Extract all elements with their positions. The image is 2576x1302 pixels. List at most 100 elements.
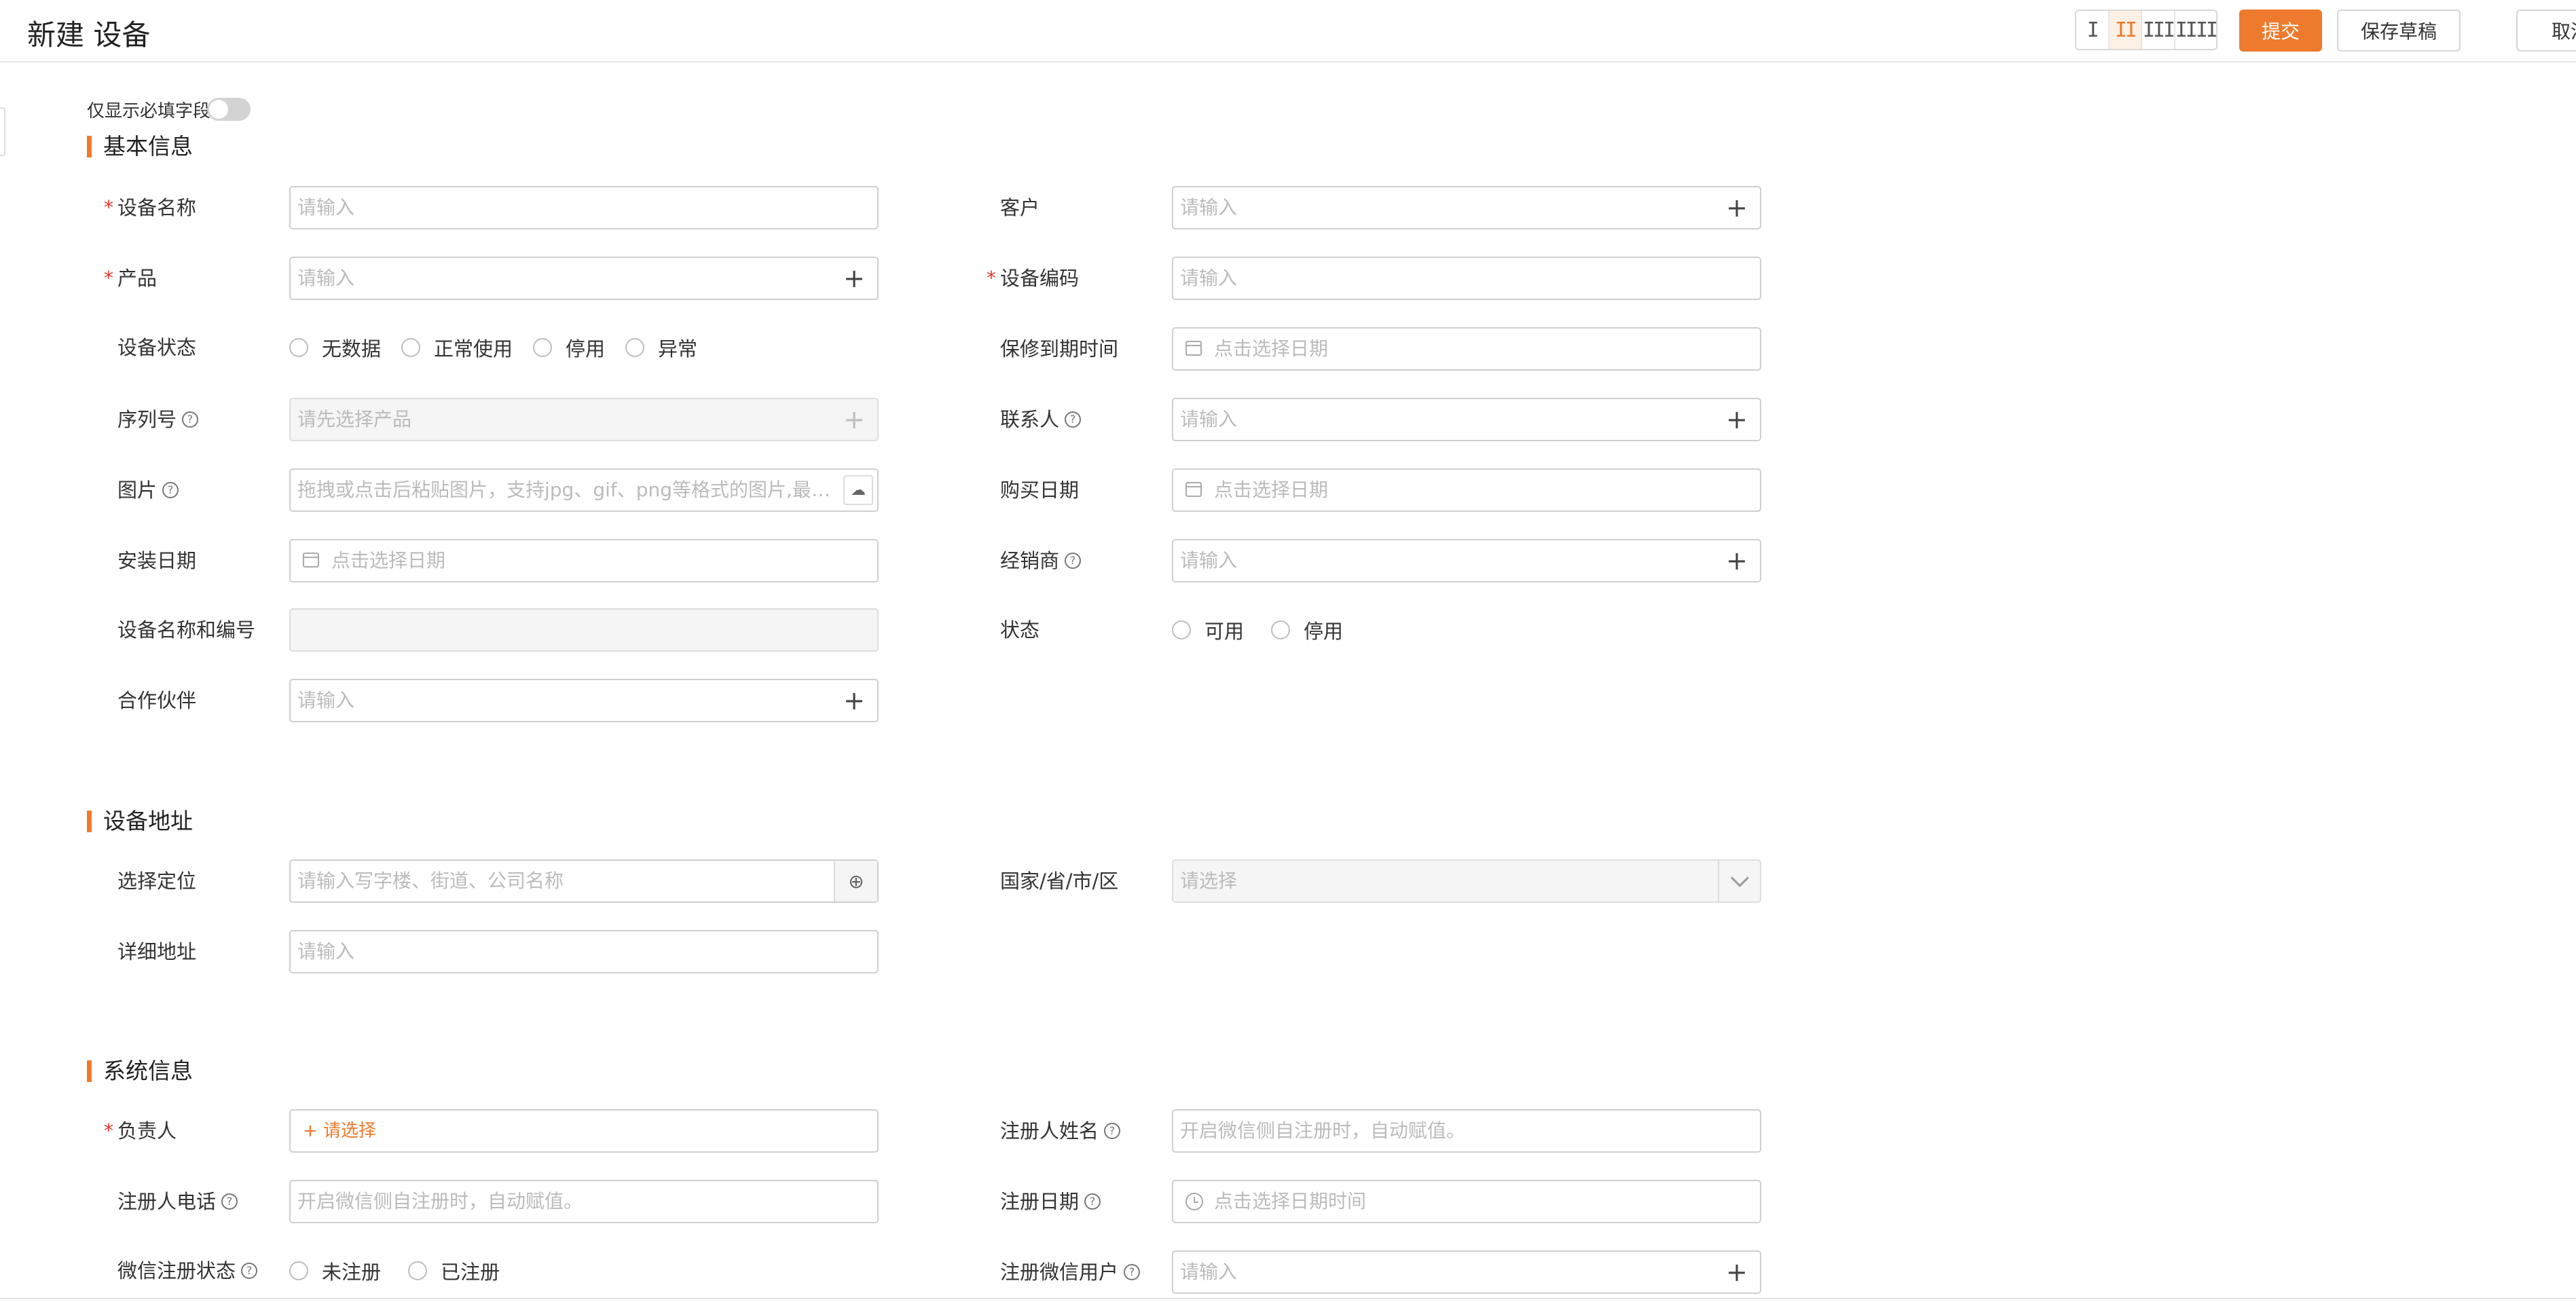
radio-circle[interactable] [408,1261,428,1280]
state-label: 状态 [1000,618,1040,641]
location-search-input[interactable]: 请输入写字楼、街道、公司名称 ⊕ [289,859,879,903]
chevron-down-icon[interactable] [1718,861,1760,901]
help-icon[interactable]: ? [1084,1193,1101,1210]
wechat-status-radio-group: 未注册 已注册 [289,1257,520,1284]
required-mark: * [104,1119,113,1142]
layout-2-column-option[interactable]: II [2109,11,2143,49]
help-icon[interactable]: ? [1124,1264,1141,1280]
purchase-date-label: 购买日期 [1000,479,1080,502]
wechat-user-input[interactable]: 请输入 + [1172,1250,1761,1294]
calendar-icon [1185,482,1202,497]
registrant-phone-input[interactable]: 开启微信侧自注册时，自动赋值。 [289,1180,879,1223]
help-icon[interactable]: ? [162,482,179,498]
product-label: 产品 [117,267,158,290]
owner-label: 负责人 [117,1119,177,1142]
radio-circle[interactable] [1172,620,1191,639]
toggle-knob [209,100,228,119]
calendar-icon [303,553,319,568]
serial-no-input: 请先选择产品 + [289,398,879,441]
register-date-label: 注册日期? [1000,1188,1101,1215]
purchase-date-picker[interactable]: 点击选择日期 [1172,468,1761,512]
partner-label: 合作伙伴 [117,689,197,712]
save-draft-button[interactable]: 保存草稿 [2337,10,2461,52]
device-status-label: 设备状态 [117,336,197,359]
device-name-input[interactable]: 请输入 [289,186,879,229]
radio-circle[interactable] [401,338,421,357]
layout-4-column-option[interactable]: IIII [2175,11,2216,49]
add-icon[interactable]: + [843,680,865,721]
layout-1-column-option[interactable]: I [2076,11,2110,49]
cancel-button[interactable]: 取消 [2516,10,2576,52]
warranty-expiry-date-picker[interactable]: 点击选择日期 [1172,327,1761,371]
help-icon[interactable]: ? [182,411,199,428]
calendar-icon [1185,341,1202,356]
name-and-code-label: 设备名称和编号 [117,618,256,641]
add-icon[interactable]: + [1726,1252,1748,1292]
required-mark: * [104,196,113,219]
radio-circle[interactable] [289,338,308,357]
help-icon[interactable]: ? [1065,411,1082,428]
owner-select[interactable]: + 请选择 [289,1109,879,1153]
status-option-no-data[interactable]: 无数据 [289,333,381,362]
clock-icon [1185,1193,1203,1210]
section-title-system: 系统信息 [87,1058,193,1085]
device-code-input[interactable]: 请输入 [1172,257,1761,300]
page-title: 新建 设备 [27,18,151,52]
map-locate-icon[interactable]: ⊕ [834,861,877,901]
locate-label: 选择定位 [117,870,197,893]
state-option-disabled[interactable]: 停用 [1271,616,1343,644]
radio-circle[interactable] [289,1261,308,1280]
registrant-phone-label: 注册人电话? [117,1188,238,1215]
page-header: 新建 设备 I II III IIII 提交 保存草稿 取消 [0,0,2576,62]
radio-circle[interactable] [1271,620,1291,639]
help-icon[interactable]: ? [1065,553,1082,569]
help-icon[interactable]: ? [241,1263,258,1279]
owner-select-link[interactable]: + 请选择 [303,1111,376,1151]
status-option-normal[interactable]: 正常使用 [401,333,513,362]
dealer-label: 经销商? [1000,547,1082,574]
wechat-option-unregistered[interactable]: 未注册 [289,1257,381,1285]
status-option-abnormal[interactable]: 异常 [625,333,697,362]
only-required-label: 仅显示必填字段 [87,101,211,122]
serial-no-label: 序列号? [117,406,199,433]
region-label: 国家/省/市/区 [1000,870,1119,893]
add-icon[interactable]: + [1726,187,1748,228]
warranty-expiry-label: 保修到期时间 [1000,337,1119,360]
section-title-address: 设备地址 [87,808,193,835]
name-and-code-input [289,608,879,652]
new-device-form-page: 新建 设备 I II III IIII 提交 保存草稿 取消 仅显示必填字段 基… [0,0,2576,1302]
submit-button[interactable]: 提交 [2239,10,2322,52]
layout-3-column-option[interactable]: III [2142,11,2175,49]
cloud-upload-icon[interactable]: ☁ [843,475,873,505]
device-status-radio-group: 无数据 正常使用 停用 异常 [289,334,718,361]
device-name-label: 设备名称 [117,196,197,219]
page-bottom-divider [0,1298,2576,1299]
install-date-picker[interactable]: 点击选择日期 [289,539,879,582]
contact-input[interactable]: 请输入 + [1172,398,1761,441]
side-panel-handle[interactable] [0,107,5,156]
region-select[interactable]: 请选择 [1172,859,1761,903]
add-icon[interactable]: + [1726,399,1748,440]
add-icon[interactable]: + [843,258,865,299]
image-label: 图片? [117,477,179,504]
customer-input[interactable]: 请输入 + [1172,186,1761,229]
only-required-toggle[interactable] [207,98,251,121]
radio-circle[interactable] [533,338,553,357]
help-icon[interactable]: ? [1104,1123,1121,1139]
help-icon[interactable]: ? [221,1193,238,1210]
detail-address-label: 详细地址 [117,940,197,963]
product-input[interactable]: 请输入 + [289,257,879,300]
add-icon[interactable]: + [1726,540,1748,581]
contact-label: 联系人? [1000,406,1082,433]
image-upload-field[interactable]: 拖拽或点击后粘贴图片，支持jpg、gif、png等格式的图片,最多... ☁ [289,468,879,512]
state-option-available[interactable]: 可用 [1172,616,1244,644]
register-datetime-picker[interactable]: 点击选择日期时间 [1172,1180,1761,1223]
partner-input[interactable]: 请输入 + [289,679,879,722]
dealer-input[interactable]: 请输入 + [1172,539,1761,582]
wechat-option-registered[interactable]: 已注册 [408,1257,500,1285]
radio-circle[interactable] [625,338,645,357]
registrant-name-input[interactable]: 开启微信侧自注册时，自动赋值。 [1172,1109,1761,1153]
add-icon: + [843,405,865,434]
status-option-disabled[interactable]: 停用 [533,333,605,362]
detail-address-input[interactable]: 请输入 [289,930,879,973]
